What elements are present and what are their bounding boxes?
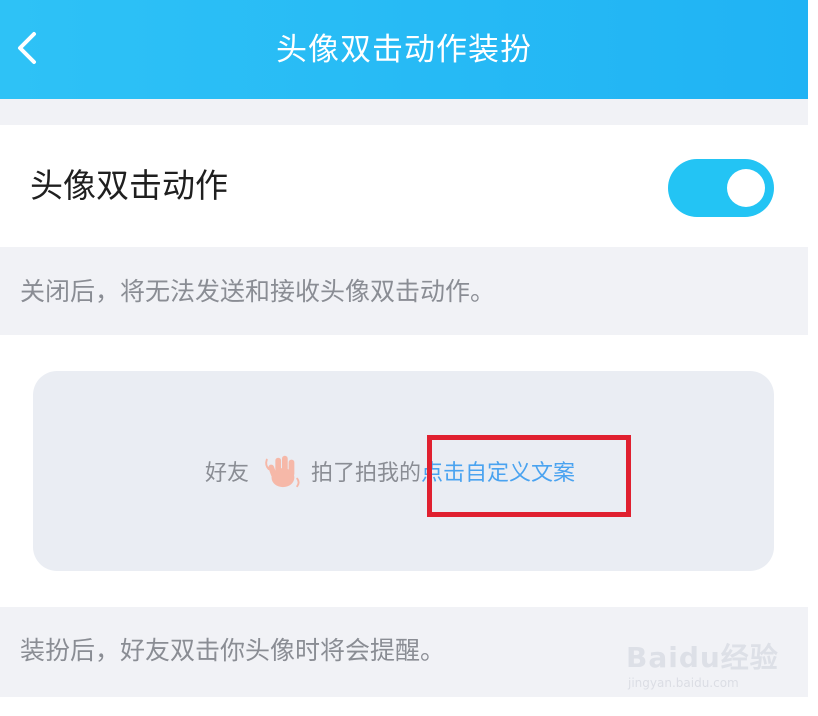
toggle-note-text: 关闭后，将无法发送和接收头像双击动作。: [20, 277, 496, 306]
right-edge: [808, 0, 818, 716]
page-title: 头像双击动作装扮: [276, 32, 532, 68]
watermark-url: jingyan.baidu.com: [628, 676, 739, 690]
toggle-knob: [727, 169, 765, 207]
section-divider: [0, 99, 808, 125]
annotation-highlight-box: [427, 435, 631, 517]
preview-friend-label: 好友: [205, 461, 250, 486]
top-navigation-bar: 头像双击动作装扮: [0, 0, 808, 99]
double-tap-setting-label: 头像双击动作: [30, 166, 228, 205]
watermark-brand: Baidu经验: [626, 641, 779, 674]
double-tap-toggle-switch[interactable]: [668, 159, 774, 217]
baidu-watermark: Baidu经验 jingyan.baidu.com: [626, 636, 796, 700]
double-tap-setting-row: 头像双击动作: [0, 125, 808, 247]
waving-hand-icon: [265, 455, 300, 488]
footer-note-text: 装扮后，好友双击你头像时将会提醒。: [20, 636, 446, 665]
preview-action-text: 拍了拍我的: [311, 461, 422, 486]
